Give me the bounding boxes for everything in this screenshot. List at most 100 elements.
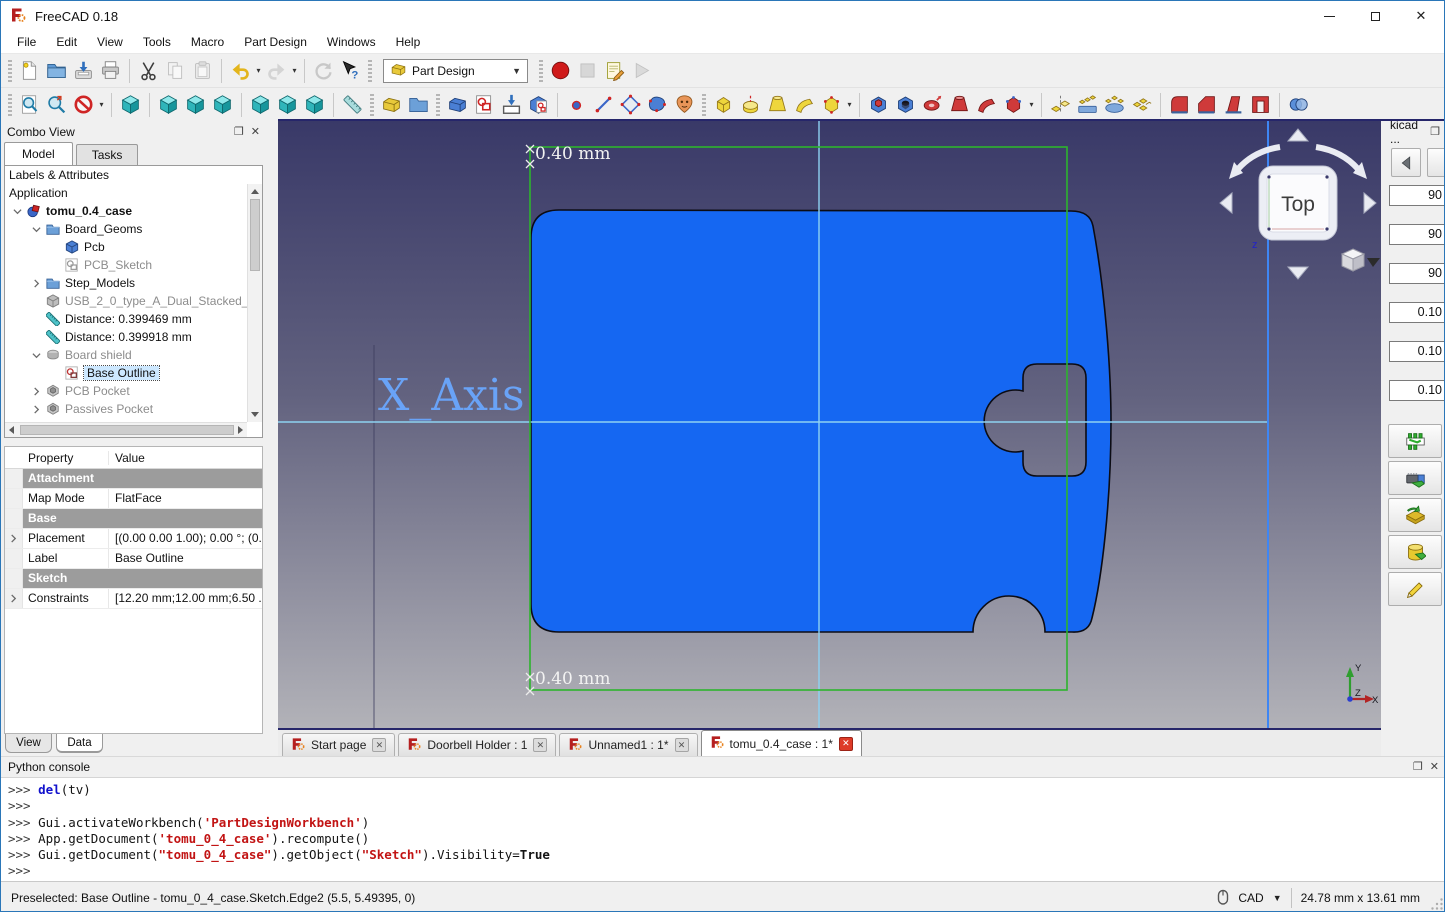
kicad-load-board-button[interactable]	[1388, 498, 1442, 532]
dropdown-caret-icon[interactable]: ▾	[290, 66, 299, 75]
tree-item-base-outline[interactable]: Base Outline	[5, 364, 262, 382]
tab-view[interactable]: View	[5, 734, 52, 753]
datum-line-button[interactable]	[590, 91, 617, 118]
fit-selection-button[interactable]	[43, 91, 70, 118]
tree-item-pcb-pocket[interactable]: PCB Pocket	[5, 382, 262, 400]
chevron-right-icon[interactable]	[28, 405, 45, 414]
chevron-right-icon[interactable]	[28, 387, 45, 396]
subtractive-loft-button[interactable]	[946, 91, 973, 118]
datum-point-button[interactable]	[563, 91, 590, 118]
menu-edit[interactable]: Edit	[46, 32, 87, 52]
toolbar-grip[interactable]	[370, 94, 374, 116]
kicad-spin-field-5[interactable]: 0.10	[1389, 380, 1445, 401]
mirrored-button[interactable]	[1047, 91, 1074, 118]
close-tab-icon[interactable]: ✕	[839, 737, 853, 751]
create-body-button[interactable]	[444, 91, 471, 118]
close-panel-icon[interactable]: ✕	[1430, 762, 1439, 772]
toolbar-grip[interactable]	[539, 60, 543, 82]
create-sketch-button[interactable]	[471, 91, 498, 118]
additive-loft-button[interactable]	[764, 91, 791, 118]
open-document-button[interactable]	[43, 57, 70, 84]
macro-edit-button[interactable]	[601, 57, 628, 84]
save-document-button[interactable]	[70, 57, 97, 84]
additive-primitive-button[interactable]	[818, 91, 845, 118]
property-row-placement[interactable]: Placement[(0.00 0.00 1.00); 0.00 °; (0..…	[5, 529, 262, 549]
linear-pattern-button[interactable]	[1074, 91, 1101, 118]
bottom-view-button[interactable]	[274, 91, 301, 118]
draft-button[interactable]	[1220, 91, 1247, 118]
scroll-down-icon[interactable]	[251, 412, 259, 417]
macro-record-button[interactable]	[547, 57, 574, 84]
clone-button[interactable]	[671, 91, 698, 118]
menu-windows[interactable]: Windows	[317, 32, 386, 52]
property-value[interactable]: FlatFace	[109, 489, 262, 508]
toolbar-grip[interactable]	[8, 94, 12, 116]
scroll-right-icon[interactable]	[238, 426, 243, 434]
tree-item-step-models[interactable]: Step_Models	[5, 274, 262, 292]
tree-item-distance-0-399918-mm[interactable]: Distance: 0.399918 mm	[5, 328, 262, 346]
print-button[interactable]	[97, 57, 124, 84]
kicad-push-chip-button[interactable]	[1388, 461, 1442, 495]
menu-macro[interactable]: Macro	[181, 32, 234, 52]
cut-button[interactable]	[135, 57, 162, 84]
tree-item-pcb-sketch[interactable]: PCB_Sketch	[5, 256, 262, 274]
tab-tasks[interactable]: Tasks	[76, 144, 139, 165]
draw-style-button[interactable]	[70, 91, 97, 118]
close-tab-icon[interactable]: ✕	[675, 738, 689, 752]
3d-viewport[interactable]: X_Axis 0.40 mm 0.40 mm	[278, 121, 1381, 728]
attach-sketch-button[interactable]	[498, 91, 525, 118]
scroll-left-icon[interactable]	[9, 426, 14, 434]
kicad-export-model-button[interactable]	[1388, 535, 1442, 569]
pad-button[interactable]	[710, 91, 737, 118]
tree-horizontal-scrollbar[interactable]	[5, 422, 247, 437]
hole-button[interactable]	[892, 91, 919, 118]
menu-file[interactable]: File	[7, 32, 46, 52]
refresh-button[interactable]	[310, 57, 337, 84]
rear-view-button[interactable]	[247, 91, 274, 118]
chamfer-button[interactable]	[1193, 91, 1220, 118]
toolbar-grip[interactable]	[436, 94, 440, 116]
chevron-right-icon[interactable]	[28, 279, 45, 288]
revolution-button[interactable]	[737, 91, 764, 118]
macro-execute-button[interactable]	[628, 57, 655, 84]
close-panel-icon[interactable]: ✕	[251, 127, 260, 137]
toolbar-grip[interactable]	[702, 94, 706, 116]
measure-distance-button[interactable]	[339, 91, 366, 118]
pocket-button[interactable]	[865, 91, 892, 118]
menu-tools[interactable]: Tools	[133, 32, 181, 52]
new-document-button[interactable]	[16, 57, 43, 84]
property-value[interactable]: Base Outline	[109, 549, 262, 568]
property-group-attachment[interactable]: Attachment	[5, 469, 262, 489]
chevron-down-icon[interactable]	[9, 207, 26, 216]
close-button[interactable]: ✕	[1398, 1, 1444, 31]
tree-item-tomu-0-4-case[interactable]: tomu_0.4_case	[5, 202, 262, 220]
tree-vertical-scrollbar[interactable]	[247, 184, 262, 422]
axonometric-view-button[interactable]	[117, 91, 144, 118]
document-tab-doorbell-holder-1[interactable]: Doorbell Holder : 1✕	[398, 733, 556, 756]
thickness-button[interactable]	[1247, 91, 1274, 118]
tree-item-application[interactable]: Application	[5, 184, 262, 202]
boolean-operation-button[interactable]	[1285, 91, 1312, 118]
whats-this-button[interactable]: ?	[337, 57, 364, 84]
toolbar-grip[interactable]	[368, 60, 372, 82]
tab-model[interactable]: Model	[4, 142, 73, 165]
kicad-tool-button[interactable]	[1427, 148, 1445, 177]
tree-item-board-geoms[interactable]: Board_Geoms	[5, 220, 262, 238]
tree-item-board-shield[interactable]: Board shield	[5, 346, 262, 364]
undo-button[interactable]	[227, 57, 254, 84]
minimize-button[interactable]	[1306, 1, 1352, 31]
copy-button[interactable]	[162, 57, 189, 84]
fit-all-button[interactable]	[16, 91, 43, 118]
datum-plane-button[interactable]	[617, 91, 644, 118]
tree-item-usb-2-0-type-a-dual-stacked-ja[interactable]: USB_2_0_type_A_Dual_Stacked_jac	[5, 292, 262, 310]
workbench-selector[interactable]: Part Design ▼	[383, 59, 528, 83]
property-value[interactable]: [12.20 mm;12.00 mm;6.50 ...	[109, 589, 262, 608]
x-axis-label[interactable]: X_Axis	[378, 370, 525, 421]
kicad-spin-field-1[interactable]: 90	[1389, 224, 1445, 245]
maximize-button[interactable]	[1352, 1, 1398, 31]
property-group-base[interactable]: Base	[5, 509, 262, 529]
dimension-label-bottom[interactable]: 0.40 mm	[535, 669, 611, 689]
toolbar-grip[interactable]	[8, 60, 12, 82]
property-row-constraints[interactable]: Constraints[12.20 mm;12.00 mm;6.50 ...	[5, 589, 262, 609]
menu-help[interactable]: Help	[386, 32, 431, 52]
